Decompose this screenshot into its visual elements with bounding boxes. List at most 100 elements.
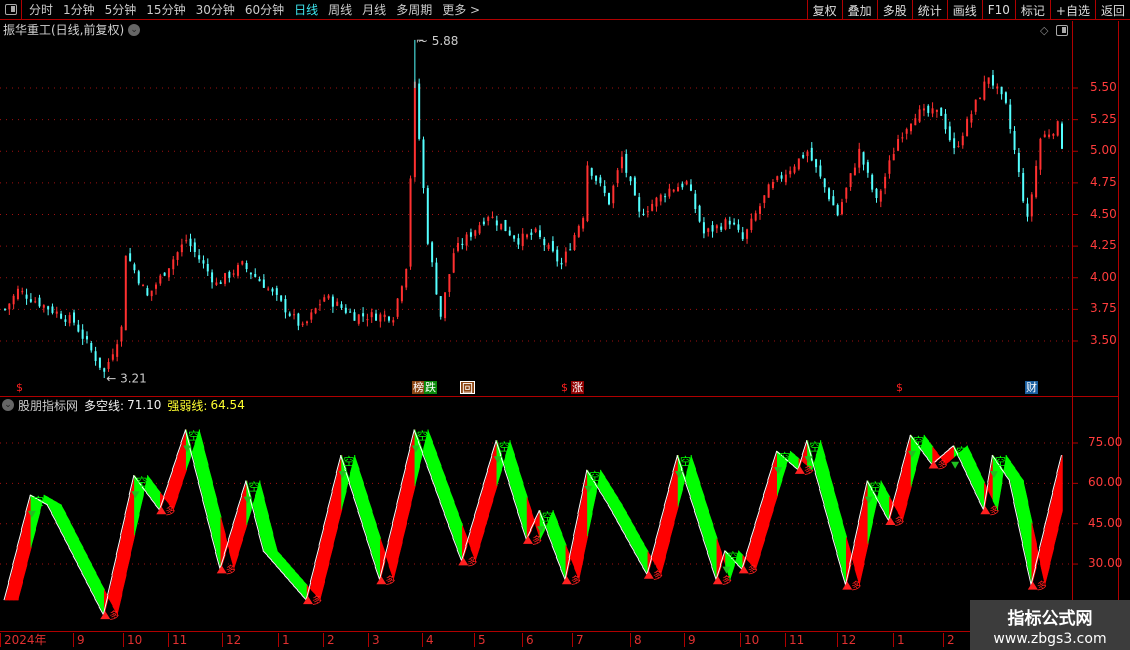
date-label: 6	[522, 633, 534, 647]
candle-body	[659, 194, 662, 202]
price-tick-label: 5.25	[1090, 111, 1117, 126]
candle-body	[513, 235, 516, 239]
candle-body	[495, 220, 498, 226]
candle-body	[508, 230, 511, 236]
candle-body	[1039, 138, 1042, 170]
candle-body	[491, 216, 494, 218]
candle-body	[577, 226, 580, 237]
candle-body	[517, 238, 520, 245]
candle-body	[784, 174, 787, 183]
candle-body	[797, 158, 800, 170]
candle-body	[4, 308, 6, 310]
axis-divider	[1072, 21, 1073, 631]
event-marker-dollar[interactable]: $	[15, 381, 24, 394]
candle-body	[879, 190, 882, 202]
candle-body	[323, 297, 326, 302]
short-signal-label: 空	[727, 550, 738, 564]
long-signal-label: 多	[532, 534, 542, 547]
candle-body	[642, 213, 645, 215]
candle-body	[47, 306, 50, 310]
candle-body	[668, 188, 671, 197]
candle-body	[979, 97, 982, 99]
candle-body	[608, 193, 610, 205]
long-signal-label: 多	[312, 594, 322, 607]
event-marker-dollar[interactable]: $	[560, 381, 569, 394]
candle-body	[582, 218, 585, 229]
candle-body	[1004, 92, 1007, 103]
candle-body	[720, 226, 723, 230]
long-signal-label: 多	[653, 569, 663, 582]
price-and-indicator-chart: ~ 5.88← 3.21⌐空多空多空多空多空多空多空多空多空多空多空多空多空多空…	[0, 34, 1078, 622]
short-signal-label: 空	[913, 434, 924, 448]
candle-body	[206, 263, 209, 272]
candle-body	[469, 232, 472, 237]
candle-body	[280, 295, 283, 301]
event-marker-dollar[interactable]: $	[895, 381, 904, 394]
date-label: 4	[422, 633, 434, 647]
candle-body	[34, 301, 37, 303]
event-marker-die[interactable]: 跌	[424, 381, 437, 394]
price-tick-label: 4.50	[1090, 206, 1117, 221]
candle-body	[1000, 86, 1003, 95]
candle-body	[85, 336, 88, 340]
candle-body	[81, 329, 84, 339]
candle-body	[400, 286, 403, 302]
candle-body	[362, 313, 365, 317]
candle-body	[1017, 152, 1020, 173]
candle-body	[715, 225, 718, 229]
candle-body	[862, 152, 865, 165]
event-marker-zhang[interactable]: 涨	[571, 381, 584, 394]
event-marker-cai[interactable]: 财	[1025, 381, 1038, 394]
candle-body	[1030, 194, 1033, 217]
candle-body	[176, 252, 179, 260]
indicator-header: ⌄ 股朋指标网 多空线: 71.10 强弱线: 64.54	[2, 397, 245, 413]
long-signal-label: 多	[894, 515, 904, 528]
candle-body	[836, 205, 839, 216]
candle-body	[405, 269, 408, 288]
candle-body	[828, 188, 831, 200]
pane-divider-axis	[1072, 396, 1118, 397]
candle-body	[232, 273, 235, 275]
candle-body	[297, 313, 300, 326]
candle-body	[672, 189, 675, 192]
candle-body	[991, 75, 994, 86]
candle-body	[633, 177, 636, 196]
candle-body	[254, 273, 257, 277]
line1-label: 多空线:	[84, 398, 125, 413]
price-tick-label: 4.00	[1090, 269, 1117, 284]
candle-body	[595, 175, 598, 181]
candle-body	[931, 108, 934, 114]
candle-body	[526, 234, 529, 238]
candle-body	[288, 313, 291, 316]
candle-body	[409, 178, 412, 267]
indicator-tick-label: 45.00	[1088, 515, 1123, 530]
candle-body	[167, 268, 170, 278]
candle-body	[1022, 172, 1025, 202]
candle-body	[586, 165, 589, 222]
candle-body	[387, 316, 390, 321]
date-label: 12	[222, 633, 241, 647]
candle-body	[293, 314, 296, 316]
short-signal-label: 空	[956, 445, 967, 459]
candle-body	[267, 288, 270, 290]
date-label: 10	[123, 633, 142, 647]
candle-body	[461, 243, 464, 245]
candle-body	[970, 114, 973, 123]
candle-body	[249, 272, 252, 275]
chevron-down-icon[interactable]: ⌄	[2, 399, 14, 411]
candle-body	[603, 185, 606, 193]
candle-body	[853, 167, 856, 176]
candle-body	[1052, 133, 1055, 136]
indicator-tick-label: 30.00	[1088, 556, 1123, 571]
candle-body	[741, 232, 744, 240]
candle-body	[51, 306, 54, 313]
candle-body	[370, 312, 373, 318]
candle-body	[638, 197, 641, 212]
price-tick-label: 3.75	[1090, 301, 1117, 316]
long-signal-label: 多	[385, 574, 395, 587]
candle-body	[616, 170, 619, 183]
candle-body	[905, 129, 908, 134]
candle-body	[551, 241, 554, 252]
event-marker-hui[interactable]: 回	[460, 381, 475, 395]
candle-body	[694, 193, 697, 209]
